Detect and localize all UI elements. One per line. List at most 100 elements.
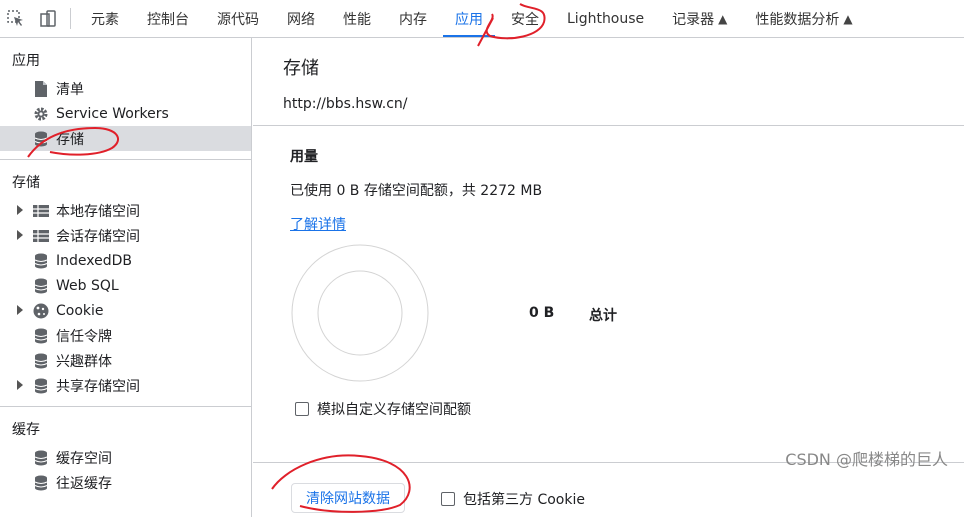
sidebar-item-label: Cookie bbox=[56, 302, 104, 319]
sidebar-item-storage[interactable]: 存储 bbox=[0, 126, 251, 151]
sidebar-item-label: 共享存储空间 bbox=[56, 378, 140, 395]
sidebar-item-label: 兴趣群体 bbox=[56, 353, 112, 370]
tab-label: 内存 bbox=[399, 11, 427, 28]
page-title: 存储 bbox=[283, 58, 319, 79]
usage-title: 用量 bbox=[290, 149, 318, 165]
database-icon bbox=[32, 474, 50, 492]
sidebar-item-label: 本地存储空间 bbox=[56, 203, 140, 220]
clear-site-data-button[interactable]: 清除网站数据 bbox=[291, 483, 405, 513]
tab-network[interactable]: 网络 bbox=[273, 0, 329, 37]
sidebar-item-label: IndexedDB bbox=[56, 252, 132, 269]
gear-icon bbox=[32, 105, 50, 123]
database-icon bbox=[32, 130, 50, 148]
sidebar-item-shared-storage[interactable]: 共享存储空间 bbox=[0, 373, 251, 398]
pie-inner-ring bbox=[317, 270, 403, 356]
device-toggle-icon[interactable] bbox=[32, 0, 64, 37]
sidebar-item-label: 会话存储空间 bbox=[56, 228, 140, 245]
tab-label: 安全 bbox=[511, 11, 539, 28]
include-third-party-label: 包括第三方 Cookie bbox=[463, 492, 585, 508]
sidebar-item-trust-tokens[interactable]: 信任令牌 bbox=[0, 323, 251, 348]
tab-sources[interactable]: 源代码 bbox=[203, 0, 273, 37]
tab-label: 性能数据分析 bbox=[755, 11, 840, 28]
table-icon bbox=[32, 202, 50, 220]
usage-pie-chart bbox=[290, 243, 430, 383]
learn-more-link[interactable]: 了解详情 bbox=[290, 214, 346, 234]
storage-header: 存储 http://bbs.hsw.cn/ bbox=[253, 38, 964, 126]
sidebar-item-web-sql[interactable]: Web SQL bbox=[0, 273, 251, 298]
sidebar-section-title: 应用 bbox=[12, 53, 40, 69]
expand-arrow-icon[interactable] bbox=[17, 380, 23, 390]
sidebar-item-label: 往返缓存 bbox=[56, 475, 112, 492]
tab-performance-insights[interactable]: 性能数据分析 ▲ bbox=[741, 0, 866, 37]
database-icon bbox=[32, 277, 50, 295]
table-icon bbox=[32, 227, 50, 245]
application-sidebar: 应用 清单 Service Workers 存储 存储 本地存储空间 会话存储空… bbox=[0, 38, 252, 517]
simulate-quota-checkbox[interactable] bbox=[295, 402, 309, 416]
tab-console[interactable]: 控制台 bbox=[133, 0, 203, 37]
tab-label: Lighthouse bbox=[567, 10, 645, 27]
tab-recorder[interactable]: 记录器 ▲ bbox=[658, 0, 741, 37]
sidebar-section-title: 存储 bbox=[12, 175, 40, 191]
sidebar-item-service-workers[interactable]: Service Workers bbox=[0, 101, 251, 126]
tab-label: 网络 bbox=[287, 11, 315, 28]
simulate-quota-row[interactable]: 模拟自定义存储空间配额 bbox=[295, 399, 471, 419]
expand-arrow-icon[interactable] bbox=[17, 305, 23, 315]
watermark: CSDN @爬楼梯的巨人 bbox=[785, 450, 948, 469]
usage-total-label: 总计 bbox=[589, 308, 617, 324]
usage-total-value: 0 B bbox=[529, 305, 555, 321]
tab-label: 应用 bbox=[455, 11, 483, 28]
tab-elements[interactable]: 元素 bbox=[77, 0, 133, 37]
tab-security[interactable]: 安全 bbox=[497, 0, 553, 37]
sidebar-item-label: 清单 bbox=[56, 81, 84, 98]
sidebar-section-application: 应用 清单 Service Workers 存储 bbox=[0, 38, 251, 160]
tab-label: 控制台 bbox=[147, 11, 189, 28]
simulate-quota-label: 模拟自定义存储空间配额 bbox=[317, 402, 471, 418]
devtools-toolbar: 元素 控制台 源代码 网络 性能 内存 应用 安全 Lighthouse 记录器… bbox=[0, 0, 964, 38]
sidebar-item-label: 缓存空间 bbox=[56, 450, 112, 467]
pie-outer-ring bbox=[291, 244, 429, 382]
usage-section: 用量 已使用 0 B 存储空间配额，共 2272 MB 了解详情 bbox=[253, 126, 964, 250]
tab-lighthouse[interactable]: Lighthouse bbox=[553, 0, 658, 37]
sidebar-section-cache: 缓存 缓存空间 往返缓存 bbox=[0, 407, 251, 503]
sidebar-item-interest-groups[interactable]: 兴趣群体 bbox=[0, 348, 251, 373]
tab-label: 记录器 bbox=[672, 11, 715, 28]
tab-label: 元素 bbox=[91, 11, 119, 28]
tab-label: 性能 bbox=[343, 11, 371, 28]
tab-label: 源代码 bbox=[217, 11, 259, 28]
sidebar-item-label: Service Workers bbox=[56, 105, 169, 122]
sidebar-item-session-storage[interactable]: 会话存储空间 bbox=[0, 223, 251, 248]
expand-arrow-icon[interactable] bbox=[17, 205, 23, 215]
storage-footer: 清除网站数据 包括第三方 Cookie bbox=[253, 462, 964, 517]
flask-icon: ▲ bbox=[843, 11, 853, 26]
flask-icon: ▲ bbox=[718, 11, 728, 26]
sidebar-item-manifest[interactable]: 清单 bbox=[0, 76, 251, 101]
origin-url: http://bbs.hsw.cn/ bbox=[283, 96, 408, 112]
sidebar-item-label: 信任令牌 bbox=[56, 328, 112, 345]
sidebar-section-title: 缓存 bbox=[12, 422, 40, 438]
tab-application[interactable]: 应用 bbox=[441, 0, 497, 37]
panel-tabs: 元素 控制台 源代码 网络 性能 内存 应用 安全 Lighthouse 记录器… bbox=[77, 0, 867, 37]
tab-performance[interactable]: 性能 bbox=[329, 0, 385, 37]
sidebar-item-indexeddb[interactable]: IndexedDB bbox=[0, 248, 251, 273]
database-icon bbox=[32, 449, 50, 467]
database-icon bbox=[32, 327, 50, 345]
sidebar-item-label: 存储 bbox=[56, 131, 84, 148]
tab-memory[interactable]: 内存 bbox=[385, 0, 441, 37]
toolbar-separator bbox=[70, 8, 71, 29]
sidebar-item-back-forward-cache[interactable]: 往返缓存 bbox=[0, 470, 251, 495]
database-icon bbox=[32, 377, 50, 395]
sidebar-item-cookie[interactable]: Cookie bbox=[0, 298, 251, 323]
include-third-party-checkbox[interactable] bbox=[441, 492, 455, 506]
include-third-party-row[interactable]: 包括第三方 Cookie bbox=[441, 489, 585, 509]
sidebar-item-local-storage[interactable]: 本地存储空间 bbox=[0, 198, 251, 223]
expand-arrow-icon[interactable] bbox=[17, 230, 23, 240]
sidebar-item-cache-storage[interactable]: 缓存空间 bbox=[0, 445, 251, 470]
sidebar-section-storage: 存储 本地存储空间 会话存储空间 IndexedDB Web SQL Cooki… bbox=[0, 160, 251, 407]
database-icon bbox=[32, 352, 50, 370]
database-icon bbox=[32, 252, 50, 270]
inspect-icon[interactable] bbox=[0, 0, 32, 37]
usage-summary: 已使用 0 B 存储空间配额，共 2272 MB bbox=[290, 183, 543, 199]
file-icon bbox=[32, 80, 50, 98]
cookie-icon bbox=[32, 302, 50, 320]
sidebar-item-label: Web SQL bbox=[56, 277, 119, 294]
